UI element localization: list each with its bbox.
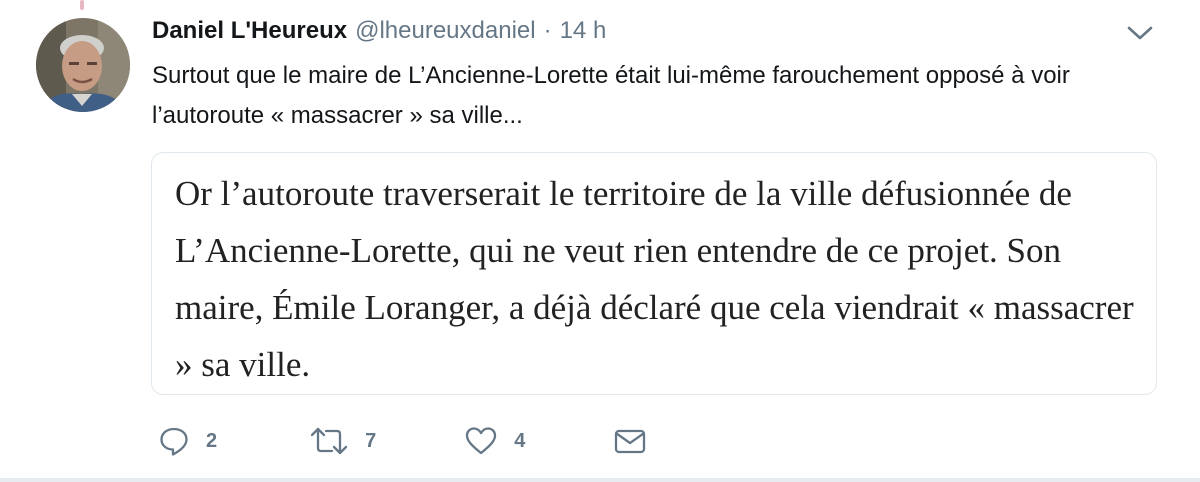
tweet-timestamp[interactable]: 14 h (560, 17, 607, 45)
tweet-text: Surtout que le maire de L’Ancienne-Loret… (152, 62, 1070, 129)
header-separator: · (543, 17, 552, 44)
like-count: 4 (514, 429, 526, 452)
reply-icon (160, 427, 188, 456)
direct-message-button[interactable] (613, 426, 647, 456)
tweet-menu-button[interactable] (1124, 20, 1156, 46)
tweet-header: Daniel L'Heureux @lheureuxdaniel · 14 h (152, 17, 606, 51)
author-avatar[interactable] (36, 18, 130, 112)
like-button[interactable]: 4 (464, 425, 525, 457)
chevron-down-icon (1127, 26, 1153, 40)
author-name[interactable]: Daniel L'Heureux (152, 17, 347, 45)
thread-line (80, 0, 84, 10)
author-handle[interactable]: @lheureuxdaniel (355, 17, 535, 45)
envelope-icon (615, 429, 646, 454)
tweet-divider (0, 478, 1200, 482)
person-avatar-icon (36, 18, 130, 112)
reply-count: 2 (206, 429, 218, 452)
retweet-count: 7 (365, 429, 377, 452)
attached-image-card[interactable]: Or l’autoroute traverserait le territoir… (151, 152, 1157, 395)
retweet-icon (310, 427, 348, 455)
tweet-actions: 2 7 4 (158, 424, 647, 458)
retweet-button[interactable]: 7 (309, 425, 376, 457)
heart-icon (466, 427, 497, 455)
image-quote-text: Or l’autoroute traverserait le territoir… (175, 174, 1134, 384)
reply-button[interactable]: 2 (158, 425, 217, 457)
